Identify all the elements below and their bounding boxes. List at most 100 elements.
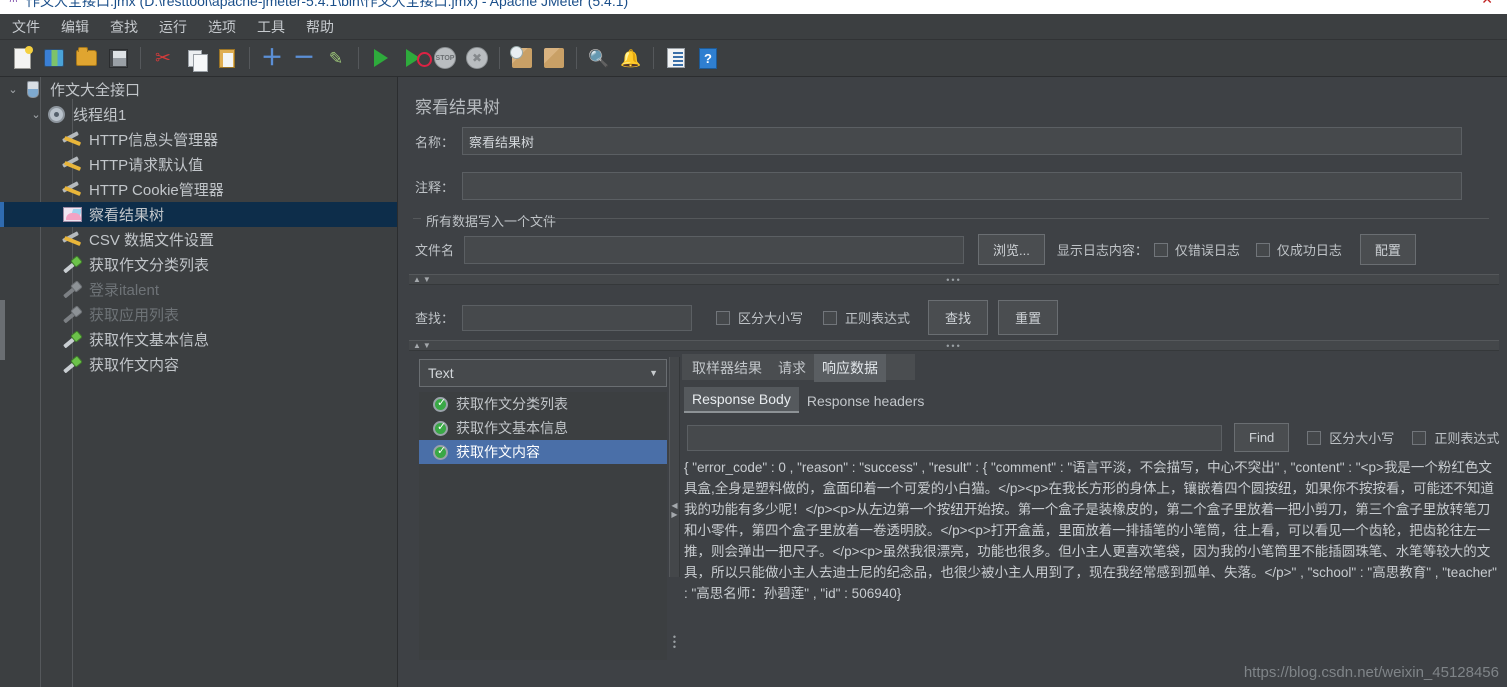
tree-item-get-essay-category-list[interactable]: 获取作文分类列表 <box>0 252 397 277</box>
tree-item-label: HTTP Cookie管理器 <box>89 182 224 199</box>
tree-item-view-results-tree[interactable]: 察看结果树 <box>0 202 397 227</box>
success-only-checkbox[interactable] <box>1255 242 1270 257</box>
menu-run[interactable]: 运行 <box>150 14 196 40</box>
function-helper-icon[interactable] <box>662 44 690 72</box>
tree-item-login-italent[interactable]: 登录italent <box>0 277 397 302</box>
filename-input[interactable] <box>464 235 965 264</box>
menu-file[interactable]: 文件 <box>3 14 49 40</box>
splitter-arrows[interactable]: ▲▼ <box>413 275 433 284</box>
start-icon[interactable] <box>367 44 395 72</box>
tab-response-headers[interactable]: Response headers <box>799 389 933 413</box>
tab-request[interactable]: 请求 <box>770 354 814 382</box>
splitter-grip[interactable]: ••• <box>946 341 961 351</box>
search-button[interactable]: 查找 <box>928 300 989 335</box>
splitter-middle[interactable]: ▲▼ ••• <box>409 340 1499 351</box>
chevron-down-icon[interactable]: ⌄ <box>29 108 43 121</box>
tree-item-thread-group[interactable]: ⌄ 线程组1 <box>0 102 397 127</box>
close-button[interactable]: ✕ <box>1481 0 1493 8</box>
menu-help[interactable]: 帮助 <box>297 14 343 40</box>
shutdown-icon[interactable] <box>463 44 491 72</box>
splitter-grip[interactable]: ••• <box>946 275 961 285</box>
browse-button[interactable]: 浏览... <box>978 234 1045 265</box>
collapse-all-icon[interactable]: － <box>290 44 318 72</box>
cut-icon[interactable]: ✂ <box>149 44 177 72</box>
list-item-label: 获取作文分类列表 <box>456 396 568 412</box>
minimize-button[interactable]: — <box>1434 0 1447 6</box>
save-icon[interactable] <box>104 44 132 72</box>
errors-only-checkbox[interactable] <box>1153 242 1168 257</box>
search-match-case-checkbox[interactable] <box>716 310 731 325</box>
list-item[interactable]: 获取作文基本信息 <box>419 416 667 440</box>
comment-input[interactable] <box>462 172 1463 200</box>
splitter-top[interactable]: ▲▼ ••• <box>409 274 1499 285</box>
tab-response-data[interactable]: 响应数据 <box>814 354 886 382</box>
tree-item-label: 作文大全接口 <box>50 82 141 99</box>
tab-response-body[interactable]: Response Body <box>684 387 799 413</box>
response-body-text[interactable]: { "error_code" : 0 , "reason" : "success… <box>684 457 1502 662</box>
success-icon <box>433 396 448 412</box>
chevron-down-icon[interactable]: ▼ <box>649 368 658 378</box>
name-input[interactable] <box>462 127 1463 155</box>
toggle-icon[interactable]: ✎ <box>322 44 350 72</box>
watermark: https://blog.csdn.net/weixin_45128456 <box>1243 664 1499 681</box>
find-match-case-checkbox[interactable] <box>1307 430 1322 445</box>
tree-item-test-plan[interactable]: ⌄ 作文大全接口 <box>0 77 397 102</box>
tree-item-csv-data-set-config[interactable]: CSV 数据文件设置 <box>0 227 397 252</box>
find-regex-checkbox[interactable] <box>1412 430 1427 445</box>
search-regex-checkbox[interactable] <box>823 310 838 325</box>
menu-search[interactable]: 查找 <box>101 14 147 40</box>
tree-item-label: 获取作文内容 <box>89 357 180 374</box>
reset-button[interactable]: 重置 <box>998 300 1059 335</box>
search-icon[interactable]: 🔍 <box>585 44 613 72</box>
tree-item-http-cookie-manager[interactable]: HTTP Cookie管理器 <box>0 177 397 202</box>
find-input[interactable] <box>687 424 1222 451</box>
toolbar-separator <box>358 47 359 69</box>
configure-button[interactable]: 配置 <box>1359 234 1416 265</box>
templates-icon[interactable] <box>40 44 68 72</box>
list-item[interactable]: 获取作文分类列表 <box>419 392 667 416</box>
tree-item-http-header-manager[interactable]: HTTP信息头管理器 <box>0 127 397 152</box>
search-input[interactable] <box>462 304 693 331</box>
splitter-arrow-left[interactable]: ◀ <box>671 501 677 510</box>
tree-item-get-essay-content[interactable]: 获取作文内容 <box>0 352 397 377</box>
wrench-icon <box>61 230 83 250</box>
menu-options[interactable]: 选项 <box>199 14 245 40</box>
chart-icon <box>61 205 83 225</box>
expand-all-icon[interactable]: ＋ <box>258 44 286 72</box>
tree-scrollbar[interactable] <box>0 300 5 360</box>
tree-item-get-essay-basic-info[interactable]: 获取作文基本信息 <box>0 327 397 352</box>
splitter-arrow-right[interactable]: ▶ <box>671 510 677 519</box>
log-display-label: 显示日志内容： <box>1056 243 1148 258</box>
clear-icon[interactable] <box>508 44 536 72</box>
chevron-down-icon[interactable]: ⌄ <box>6 83 20 96</box>
tree-item-http-request-defaults[interactable]: HTTP请求默认值 <box>0 152 397 177</box>
tree-item-label: 获取作文基本信息 <box>89 332 210 349</box>
find-button[interactable]: Find <box>1234 423 1290 452</box>
tree-item-get-app-list[interactable]: 获取应用列表 <box>0 302 397 327</box>
reset-search-icon[interactable]: 🔔 <box>617 44 645 72</box>
stop-icon[interactable]: STOP <box>431 44 459 72</box>
renderer-select[interactable]: Text ▼ <box>419 359 667 387</box>
tree-item-label: HTTP请求默认值 <box>89 157 204 174</box>
splitter-vertical-grip[interactable]: • • • <box>669 577 680 687</box>
menu-tools[interactable]: 工具 <box>248 14 294 40</box>
filename-row: 文件名 浏览... 显示日志内容： 仅错误日志 仅成功日志 配置 <box>415 234 1416 265</box>
success-only-label: 仅成功日志 <box>1276 243 1342 258</box>
paste-icon[interactable] <box>213 44 241 72</box>
start-no-pauses-icon[interactable] <box>399 44 432 72</box>
splitter-arrows[interactable]: ▲▼ <box>413 341 433 350</box>
list-item[interactable]: 获取作文内容 <box>419 440 667 464</box>
clear-all-icon[interactable] <box>540 44 568 72</box>
open-icon[interactable] <box>72 44 100 72</box>
menu-edit[interactable]: 编辑 <box>52 14 98 40</box>
tree-item-label: 获取作文分类列表 <box>89 257 210 274</box>
toolbar-separator <box>576 47 577 69</box>
toolbar-separator <box>653 47 654 69</box>
splitter-grip[interactable]: • <box>673 642 676 651</box>
results-list[interactable]: 获取作文分类列表 获取作文基本信息 获取作文内容 <box>419 392 667 660</box>
tab-sampler-result[interactable]: 取样器结果 <box>684 354 770 382</box>
copy-icon[interactable] <box>181 44 209 72</box>
new-icon[interactable] <box>8 44 36 72</box>
help-icon[interactable]: ? <box>694 44 722 72</box>
test-plan-tree[interactable]: ⌄ 作文大全接口 ⌄ 线程组1 HTTP信息头管理器 HTTP请求默认值 HTT… <box>0 77 398 687</box>
